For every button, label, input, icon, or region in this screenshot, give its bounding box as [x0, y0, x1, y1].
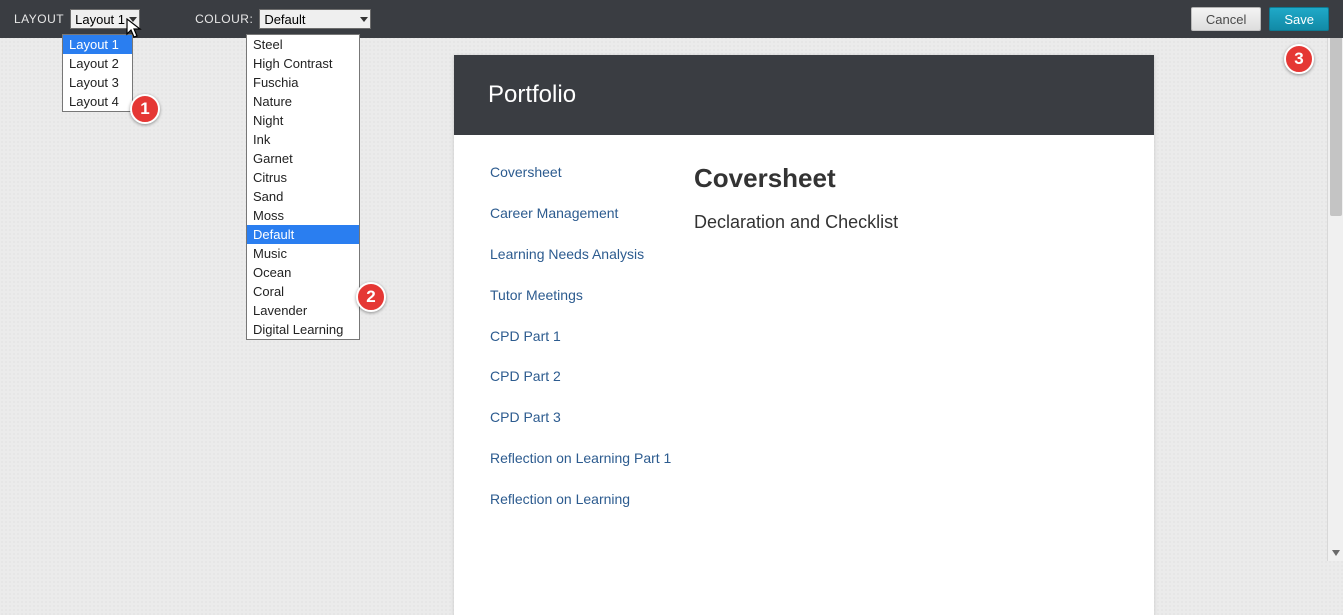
- page-content: Coversheet Declaration and Checklist: [684, 163, 918, 531]
- layout-label: LAYOUT: [14, 12, 64, 26]
- chevron-down-icon: [129, 17, 137, 22]
- cancel-button[interactable]: Cancel: [1191, 7, 1261, 31]
- colour-option[interactable]: Digital Learning: [247, 320, 359, 339]
- nav-link-reflection-1[interactable]: Reflection on Learning Part 1: [490, 449, 674, 468]
- annotation-badge-3: 3: [1284, 44, 1314, 74]
- colour-select[interactable]: Default: [259, 9, 371, 29]
- layout-option[interactable]: Layout 1: [63, 35, 132, 54]
- nav-link-reflection-2[interactable]: Reflection on Learning: [490, 490, 674, 509]
- colour-option[interactable]: Night: [247, 111, 359, 130]
- colour-option[interactable]: Lavender: [247, 301, 359, 320]
- colour-dropdown[interactable]: Steel High Contrast Fuschia Nature Night…: [246, 34, 360, 340]
- colour-option[interactable]: Default: [247, 225, 359, 244]
- content-heading: Coversheet: [694, 163, 898, 194]
- page-title: Portfolio: [454, 55, 1154, 135]
- layout-option[interactable]: Layout 4: [63, 92, 132, 111]
- save-button[interactable]: Save: [1269, 7, 1329, 31]
- nav-link-coversheet[interactable]: Coversheet: [490, 163, 674, 182]
- colour-select-value: Default: [264, 12, 305, 27]
- annotation-badge-2: 2: [356, 282, 386, 312]
- layout-option[interactable]: Layout 2: [63, 54, 132, 73]
- colour-label: COLOUR:: [195, 12, 253, 26]
- scroll-down-icon[interactable]: [1328, 545, 1343, 561]
- toolbar: LAYOUT Layout 1 COLOUR: Default Cancel S…: [0, 0, 1343, 38]
- colour-option[interactable]: Nature: [247, 92, 359, 111]
- scrollbar[interactable]: [1327, 0, 1343, 561]
- colour-option[interactable]: Garnet: [247, 149, 359, 168]
- scrollbar-thumb[interactable]: [1330, 16, 1342, 216]
- nav-link-career-management[interactable]: Career Management: [490, 204, 674, 223]
- colour-option[interactable]: Steel: [247, 35, 359, 54]
- colour-option[interactable]: Ink: [247, 130, 359, 149]
- colour-option[interactable]: Citrus: [247, 168, 359, 187]
- colour-option[interactable]: Sand: [247, 187, 359, 206]
- portfolio-panel: Portfolio Coversheet Career Management L…: [454, 55, 1154, 615]
- layout-dropdown[interactable]: Layout 1 Layout 2 Layout 3 Layout 4: [62, 34, 133, 112]
- nav-link-cpd-1[interactable]: CPD Part 1: [490, 327, 674, 346]
- nav-link-learning-needs[interactable]: Learning Needs Analysis: [490, 245, 674, 264]
- layout-select-value: Layout 1: [75, 12, 125, 27]
- chevron-down-icon: [360, 17, 368, 22]
- layout-select[interactable]: Layout 1: [70, 9, 140, 29]
- colour-option[interactable]: Ocean: [247, 263, 359, 282]
- annotation-badge-1: 1: [130, 94, 160, 124]
- page-nav: Coversheet Career Management Learning Ne…: [454, 163, 684, 531]
- layout-option[interactable]: Layout 3: [63, 73, 132, 92]
- colour-option[interactable]: Fuschia: [247, 73, 359, 92]
- colour-option[interactable]: Coral: [247, 282, 359, 301]
- content-subheading: Declaration and Checklist: [694, 212, 898, 233]
- nav-link-cpd-2[interactable]: CPD Part 2: [490, 367, 674, 386]
- nav-link-tutor-meetings[interactable]: Tutor Meetings: [490, 286, 674, 305]
- colour-option[interactable]: Moss: [247, 206, 359, 225]
- colour-option[interactable]: High Contrast: [247, 54, 359, 73]
- nav-link-cpd-3[interactable]: CPD Part 3: [490, 408, 674, 427]
- colour-option[interactable]: Music: [247, 244, 359, 263]
